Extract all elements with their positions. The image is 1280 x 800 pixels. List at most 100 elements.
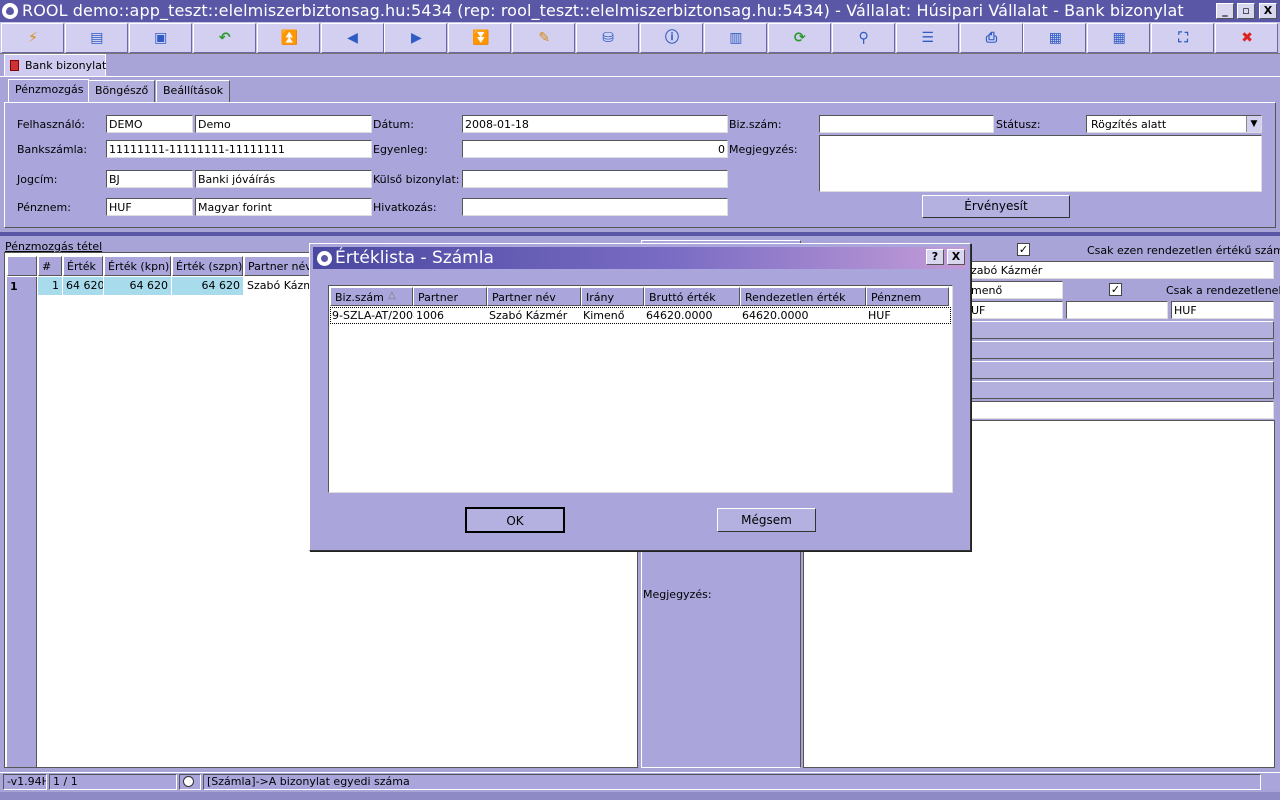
list-header-penznem[interactable]: Pénznem (866, 287, 949, 306)
jogcim-code-field[interactable]: BJ (106, 170, 193, 188)
value-list-table[interactable]: Biz.szám △ Partner Partner név Irány Bru… (328, 285, 953, 493)
open-button[interactable]: ▤ (64, 23, 128, 53)
list-header-partner-nev[interactable]: Partner név (487, 287, 581, 306)
list-header-partner[interactable]: Partner (413, 287, 487, 306)
grid-header-ertek[interactable]: Érték (63, 256, 103, 276)
tab-beallitasok[interactable]: Beállítások (156, 80, 231, 102)
detail-row-1[interactable] (968, 321, 1274, 339)
list-cell-partner-nev[interactable]: Szabó Kázmér (487, 308, 581, 324)
splitter[interactable] (0, 232, 1280, 236)
fullscreen-button[interactable]: ⛶ (1151, 23, 1215, 53)
felhasznalo-code-field[interactable]: DEMO (106, 115, 193, 133)
datum-field[interactable]: 2008-01-18 (462, 115, 728, 133)
info-icon: ⓘ (665, 30, 679, 46)
search-icon: ⚲ (858, 30, 869, 46)
statusz-select[interactable]: Rögzítés alatt ▼ (1086, 115, 1262, 133)
restore-button[interactable]: ▫ (1237, 3, 1255, 19)
print-button[interactable]: ⎙ (959, 23, 1023, 53)
cancel-button[interactable]: Mégsem (717, 508, 816, 532)
hivatkozas-field[interactable] (462, 198, 728, 216)
list-header-bizszam[interactable]: Biz.szám △ (330, 287, 413, 306)
list-cell-rendezetlen[interactable]: 64620.0000 (740, 308, 866, 324)
minimize-button[interactable]: _ (1216, 3, 1234, 19)
ervenyesit-button[interactable]: Érvényesít (922, 195, 1070, 218)
dialog-title-bar[interactable]: Értéklista - Számla ? X (313, 247, 967, 269)
next-icon: ▶ (411, 30, 422, 46)
edit-button[interactable]: ✎ (512, 23, 576, 53)
next-button[interactable]: ▶ (384, 23, 448, 53)
chevron-down-icon[interactable]: ▼ (1246, 116, 1261, 132)
empty-field[interactable] (1066, 301, 1168, 319)
penznem-name-field[interactable]: Magyar forint (195, 198, 372, 216)
detail-row-4[interactable] (968, 381, 1274, 399)
ok-button[interactable]: OK (465, 507, 565, 533)
grid-cell-num[interactable]: 1 (38, 277, 63, 295)
detail-row-3[interactable] (968, 361, 1274, 379)
grid-cell-partner[interactable]: Szabó Kázmér (244, 277, 316, 295)
megjegyzes-field[interactable] (819, 135, 1262, 192)
jogcim-label: Jogcím: (17, 173, 58, 186)
info-button[interactable]: ⓘ (640, 23, 703, 53)
first-button[interactable]: ⏫ (256, 23, 320, 53)
egyenleg-field[interactable]: 0 (462, 140, 728, 158)
grid-cell-kpn[interactable]: 64 620 (104, 277, 172, 295)
refresh-icon: ⟳ (793, 30, 806, 46)
layout-button[interactable]: ▥ (703, 23, 767, 53)
grid-header-num[interactable]: # (38, 256, 62, 276)
database-button[interactable]: ⛁ (576, 23, 640, 53)
grid-import-button[interactable]: ▦ (1087, 23, 1151, 53)
list-cell-irany[interactable]: Kimenő (581, 308, 644, 324)
tab-penzmozgas[interactable]: Pénzmozgás (8, 79, 91, 103)
list-cell-partner[interactable]: 1006 (414, 308, 486, 324)
list-cell-bizszam[interactable]: 9-SZLA-AT/2008 (330, 308, 414, 324)
grid-header-partner[interactable]: Partner név (244, 256, 316, 276)
csak-ezen-rendezetlen-checkbox[interactable]: ✓ (1017, 243, 1030, 256)
close-window-button[interactable]: X (1259, 3, 1277, 19)
bankszamla-field[interactable]: 11111111-11111111-11111111 (106, 140, 372, 158)
undo-button[interactable]: ↶ (192, 23, 256, 53)
status-hint: [Számla]->A bizonylat egyedi száma (203, 774, 1261, 790)
list-header-rendezetlen[interactable]: Rendezetlen érték (740, 287, 866, 306)
tab-bongeszo[interactable]: Böngésző (88, 80, 156, 102)
grid-cell-ertek[interactable]: 64 620 (63, 277, 104, 295)
penznem-field-1[interactable]: UF (968, 301, 1063, 319)
form-button[interactable]: ☰ (895, 23, 959, 53)
save-button[interactable]: ▣ (128, 23, 192, 53)
grid-import-icon: ▦ (1112, 30, 1126, 46)
kulso-bizonylat-field[interactable] (462, 170, 728, 188)
detail-field-5[interactable] (968, 401, 1274, 419)
row-index[interactable]: 1 (10, 280, 18, 293)
close-button[interactable]: ✖ (1215, 23, 1279, 53)
partner-name-field[interactable]: zabó Kázmér (968, 261, 1274, 279)
list-header-bizszam-label: Biz.szám (335, 291, 384, 304)
jogcim-name-field[interactable]: Banki jóváírás (195, 170, 372, 188)
value-list-dialog: Értéklista - Számla ? X Biz.szám △ Partn… (309, 243, 971, 551)
document-tab[interactable]: Bank bizonylat (4, 54, 106, 76)
list-cell-penznem[interactable]: HUF (866, 308, 949, 324)
save-icon: ▣ (154, 30, 168, 46)
database-icon: ⛁ (602, 30, 614, 46)
bizszam-field[interactable] (819, 115, 994, 133)
dialog-close-button[interactable]: X (947, 249, 965, 265)
grid-cell-szpn[interactable]: 64 620 (172, 277, 244, 295)
penznem-code-field[interactable]: HUF (106, 198, 193, 216)
penznem-field-2[interactable]: HUF (1171, 301, 1274, 319)
search-button[interactable]: ⚲ (831, 23, 895, 53)
prev-button[interactable]: ◀ (320, 23, 384, 53)
last-button[interactable]: ⏬ (448, 23, 512, 53)
grid-export-button[interactable]: ▦ (1023, 23, 1087, 53)
list-cell-brutto[interactable]: 64620.0000 (644, 308, 740, 324)
list-header-irany[interactable]: Irány (581, 287, 644, 306)
list-header-brutto[interactable]: Bruttó érték (644, 287, 740, 306)
irany-field[interactable]: menő (968, 281, 1063, 299)
csak-rendezetlenek-label: Csak a rendezetlenek? (1166, 284, 1280, 297)
refresh-button[interactable]: ⟳ (767, 23, 831, 53)
grid-header-kpn[interactable]: Érték (kpn) (104, 256, 171, 276)
run-button[interactable]: ⚡ (1, 23, 64, 53)
csak-rendezetlenek-checkbox[interactable]: ✓ (1109, 283, 1122, 296)
felhasznalo-name-field[interactable]: Demo (195, 115, 372, 133)
status-indicator (179, 774, 201, 790)
grid-header-szpn[interactable]: Érték (szpn) (172, 256, 243, 276)
detail-row-2[interactable] (968, 341, 1274, 359)
help-button[interactable]: ? (926, 249, 944, 265)
